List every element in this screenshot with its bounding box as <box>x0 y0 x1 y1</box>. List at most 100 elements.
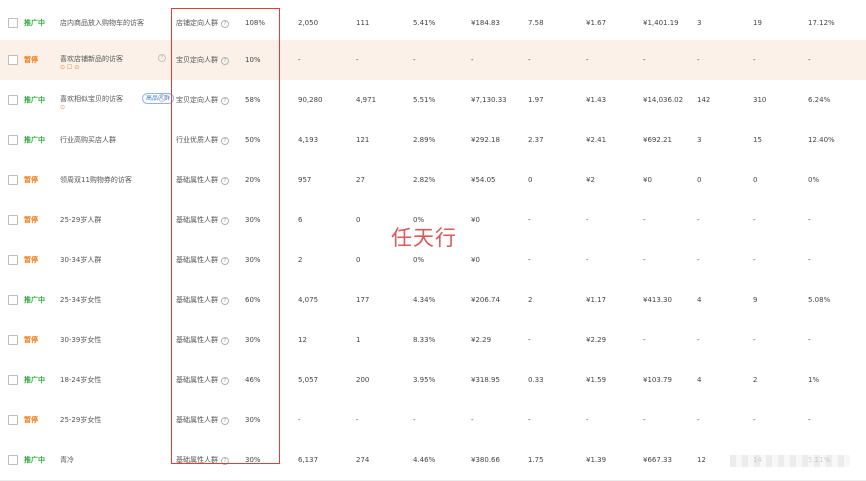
row-checkbox[interactable] <box>8 135 18 145</box>
crowd-name: 30-34岁人群 <box>60 240 101 280</box>
status-label[interactable]: 推广中 <box>24 80 45 120</box>
metric-cell: 2 <box>528 296 533 304</box>
table-row[interactable]: 暂停 领周双11购物券的访客 基础属性人群? 20% 957 27 2.82% ¥54.05 0… <box>0 160 866 201</box>
question-icon[interactable]: ? <box>221 20 229 28</box>
metric-cell: ¥1.17 <box>586 296 607 304</box>
premium-percent[interactable]: 30% <box>245 440 261 480</box>
crowd-name: 25-29岁女性 <box>60 400 101 440</box>
row-checkbox[interactable] <box>8 175 18 185</box>
status-label[interactable]: 暂停 <box>24 160 38 200</box>
row-checkbox[interactable] <box>8 215 18 225</box>
table-row[interactable]: 暂停 25-29岁女性 基础属性人群? 30% - - - - - - - - - - <box>0 400 866 441</box>
premium-percent[interactable]: 108% <box>245 3 265 43</box>
crowd-type-text: 基础属性人群 <box>176 416 218 424</box>
metric-cell: ¥0 <box>471 216 480 224</box>
table-row[interactable]: 暂停 30-39岁女性 基础属性人群? 30% 12 1 8.33% ¥2.29 - ¥2.29 -… <box>0 320 866 361</box>
premium-percent[interactable]: 30% <box>245 320 261 360</box>
crowd-type-text: 店铺定向人群 <box>176 19 218 27</box>
status-label[interactable]: 推广中 <box>24 280 45 320</box>
status-label[interactable]: 推广中 <box>24 360 45 400</box>
metric-cell: ¥1.39 <box>586 456 607 464</box>
crowd-type-text: 宝贝定向人群 <box>176 56 218 64</box>
row-checkbox[interactable] <box>8 415 18 425</box>
premium-percent[interactable]: 10% <box>245 40 261 80</box>
table-row[interactable]: 推广中 行业高购买店人群 行业优质人群? 50% 4,193 121 2.89% ¥292.1… <box>0 120 866 161</box>
metric-cell: 17.12% <box>808 19 835 27</box>
metric-cell: - <box>697 256 700 264</box>
status-label[interactable]: 暂停 <box>24 40 38 80</box>
question-icon[interactable]: ? <box>221 457 229 465</box>
metric-cell: ¥1.59 <box>586 376 607 384</box>
metric-cell: - <box>697 416 700 424</box>
metric-cell: - <box>808 336 811 344</box>
premium-percent[interactable]: 20% <box>245 160 261 200</box>
row-checkbox[interactable] <box>8 95 18 105</box>
question-icon[interactable]: ? <box>221 297 229 305</box>
crowd-name-text: 店内商品放入购物车的访客 <box>60 19 144 27</box>
help-icon[interactable]: ? <box>158 94 166 102</box>
crowd-name-text: 行业高购买店人群 <box>60 136 116 144</box>
question-icon[interactable]: ? <box>221 57 229 65</box>
question-icon[interactable]: ? <box>221 337 229 345</box>
metric-cell: - <box>753 336 756 344</box>
premium-percent[interactable]: 30% <box>245 400 261 440</box>
metric-cell: - <box>528 336 531 344</box>
row-checkbox[interactable] <box>8 335 18 345</box>
crowd-name-text: 领周双11购物券的访客 <box>60 176 132 184</box>
status-label[interactable]: 暂停 <box>24 200 38 240</box>
question-icon[interactable]: ? <box>221 377 229 385</box>
table-row[interactable]: 推广中 喜欢相似宝贝的访客 高品人群 ⊙? 宝贝定向人群? 58% 90,280 4,971 5… <box>0 80 866 121</box>
status-label[interactable]: 推广中 <box>24 440 45 480</box>
row-checkbox[interactable] <box>8 455 18 465</box>
crowd-type-text: 基础属性人群 <box>176 376 218 384</box>
table-row[interactable]: 推广中 18-24岁女性 基础属性人群? 46% 5,057 200 3.95% ¥318.9… <box>0 360 866 401</box>
status-label[interactable]: 暂停 <box>24 320 38 360</box>
question-icon[interactable]: ? <box>221 97 229 105</box>
status-label[interactable]: 推广中 <box>24 3 45 43</box>
row-checkbox[interactable] <box>8 18 18 28</box>
metric-cell: 0 <box>356 256 361 264</box>
metric-cell: ¥184.83 <box>471 19 500 27</box>
table-row[interactable]: 推广中 25-34岁女性 基础属性人群? 60% 4,075 177 4.34% ¥206.7… <box>0 280 866 321</box>
metric-cell: 1.97 <box>528 96 544 104</box>
metric-cell: 2.37 <box>528 136 544 144</box>
crowd-name-text: 青冷 <box>60 456 74 464</box>
metric-cell: - <box>298 416 301 424</box>
metric-cell: - <box>471 56 474 64</box>
crowd-type: 基础属性人群? <box>176 440 229 480</box>
premium-percent[interactable]: 30% <box>245 240 261 280</box>
row-checkbox[interactable] <box>8 375 18 385</box>
crowd-name-text: 喜欢店铺新品的访客 <box>60 55 123 63</box>
question-icon[interactable]: ? <box>221 137 229 145</box>
premium-percent[interactable]: 60% <box>245 280 261 320</box>
metric-cell: 3 <box>697 19 702 27</box>
help-icon[interactable]: ? <box>158 54 166 62</box>
status-label[interactable]: 暂停 <box>24 400 38 440</box>
metric-cell: 142 <box>697 96 711 104</box>
metric-cell: ¥413.30 <box>643 296 672 304</box>
question-icon[interactable]: ? <box>221 217 229 225</box>
metric-cell: ¥14,036.02 <box>643 96 684 104</box>
premium-percent[interactable]: 30% <box>245 200 261 240</box>
premium-percent[interactable]: 46% <box>245 360 261 400</box>
table-row[interactable]: 暂停 喜欢店铺新品的访客 ⊙ ☐ ⊙? 宝贝定向人群? 10% - - - - - - - - - - <box>0 40 866 81</box>
premium-percent[interactable]: 50% <box>245 120 261 160</box>
row-checkbox[interactable] <box>8 295 18 305</box>
premium-percent[interactable]: 58% <box>245 80 261 120</box>
metric-cell: - <box>586 256 589 264</box>
metric-cell: - <box>697 336 700 344</box>
table-row[interactable]: 推广中 店内商品放入购物车的访客 店铺定向人群? 108% 2,050 111 5.41% ¥… <box>0 0 866 44</box>
question-icon[interactable]: ? <box>221 177 229 185</box>
row-checkbox[interactable] <box>8 55 18 65</box>
metric-cell: - <box>528 416 531 424</box>
metric-cell: 19 <box>753 19 762 27</box>
question-icon[interactable]: ? <box>221 417 229 425</box>
status-label[interactable]: 推广中 <box>24 120 45 160</box>
question-icon[interactable]: ? <box>221 257 229 265</box>
status-label[interactable]: 暂停 <box>24 240 38 280</box>
metric-cell: - <box>697 56 700 64</box>
metric-cell: 6,137 <box>298 456 319 464</box>
row-checkbox[interactable] <box>8 255 18 265</box>
crowd-name-text: 18-24岁女性 <box>60 376 102 384</box>
crowd-type-text: 宝贝定向人群 <box>176 96 218 104</box>
